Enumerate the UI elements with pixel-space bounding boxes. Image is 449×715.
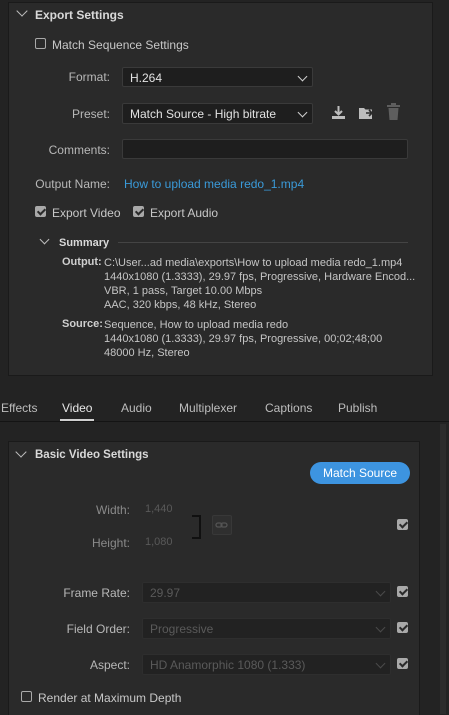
output-line-2: 1440x1080 (1.3333), 29.97 fps, Progressi… <box>104 271 416 283</box>
height-label: Height: <box>91 536 130 550</box>
save-preset-icon[interactable] <box>330 104 347 121</box>
summary-title: Summary <box>59 237 110 249</box>
comments-input[interactable] <box>122 139 408 159</box>
aspect-value: HD Anamorphic 1080 (1.333) <box>150 658 306 672</box>
source-label: Source: <box>62 318 103 330</box>
section-title: Export Settings <box>35 8 124 22</box>
export-audio-checkbox[interactable] <box>133 206 144 217</box>
tab-effects[interactable]: Effects <box>1 401 37 415</box>
field-order-value: Progressive <box>150 622 214 636</box>
width-height-checkbox[interactable] <box>397 519 408 530</box>
frame-rate-value: 29.97 <box>150 586 181 600</box>
dimension-link-bracket <box>192 515 201 539</box>
chevron-down-icon <box>297 107 308 118</box>
format-value: H.264 <box>130 71 163 85</box>
source-line-1: Sequence, How to upload media redo <box>104 319 289 331</box>
output-line-4: AAC, 320 kbps, 48 kHz, Stereo <box>104 299 257 311</box>
active-tab-indicator <box>60 419 94 421</box>
comments-label: Comments: <box>48 143 110 157</box>
tab-publish[interactable]: Publish <box>338 401 377 415</box>
output-name-link[interactable]: How to upload media redo_1.mp4 <box>124 177 304 191</box>
preset-label: Preset: <box>71 107 110 121</box>
chain-link-icon <box>215 522 228 528</box>
chevron-down-icon <box>375 586 386 597</box>
frame-rate-label: Frame Rate: <box>63 586 130 600</box>
video-section-title: Basic Video Settings <box>35 449 149 461</box>
chevron-down-icon <box>297 71 308 82</box>
output-line-3: VBR, 1 pass, Target 10.00 Mbps <box>104 285 263 297</box>
export-video-checkbox[interactable] <box>35 206 46 217</box>
tab-multiplexer[interactable]: Multiplexer <box>179 401 237 415</box>
output-line-1: C:\User...ad media\exports\How to upload… <box>104 257 403 269</box>
tab-captions[interactable]: Captions <box>265 401 312 415</box>
preset-dropdown[interactable]: Match Source - High bitrate <box>122 103 313 124</box>
match-sequence-checkbox[interactable] <box>35 38 46 49</box>
field-order-dropdown[interactable]: Progressive <box>142 618 391 639</box>
output-name-label: Output Name: <box>35 177 110 191</box>
scrollbar[interactable] <box>440 424 446 714</box>
field-order-checkbox[interactable] <box>397 622 408 633</box>
settings-tabs: Effects Video Audio Multiplexer Captions… <box>0 393 449 422</box>
render-max-depth-label: Render at Maximum Depth <box>38 691 182 705</box>
export-audio-label: Export Audio <box>150 206 219 220</box>
chevron-down-icon <box>375 622 386 633</box>
width-label: Width: <box>95 503 130 517</box>
frame-rate-dropdown[interactable]: 29.97 <box>142 582 391 603</box>
source-line-2: 1440x1080 (1.3333), 29.97 fps, Progressi… <box>104 333 383 345</box>
export-video-label: Export Video <box>52 206 121 220</box>
summary-divider <box>118 242 408 243</box>
chevron-down-icon <box>375 658 386 669</box>
width-value[interactable]: 1,440 <box>145 503 173 515</box>
aspect-checkbox[interactable] <box>397 658 408 669</box>
aspect-dropdown[interactable]: HD Anamorphic 1080 (1.333) <box>142 654 391 675</box>
tab-video[interactable]: Video <box>62 401 92 415</box>
link-dimensions-button[interactable] <box>212 515 232 535</box>
match-source-button[interactable]: Match Source <box>310 462 410 484</box>
aspect-label: Aspect: <box>89 658 130 672</box>
source-line-3: 48000 Hz, Stereo <box>104 347 190 359</box>
render-max-depth-checkbox[interactable] <box>21 691 32 702</box>
format-dropdown[interactable]: H.264 <box>122 67 313 87</box>
tab-audio[interactable]: Audio <box>121 401 152 415</box>
delete-preset-icon[interactable] <box>386 103 401 121</box>
import-preset-icon[interactable] <box>357 104 375 121</box>
field-order-label: Field Order: <box>66 622 130 636</box>
output-label: Output: <box>62 256 102 268</box>
match-sequence-label: Match Sequence Settings <box>52 38 189 52</box>
height-value[interactable]: 1,080 <box>145 536 173 548</box>
format-label: Format: <box>68 70 110 84</box>
frame-rate-checkbox[interactable] <box>397 586 408 597</box>
preset-value: Match Source - High bitrate <box>130 107 277 121</box>
